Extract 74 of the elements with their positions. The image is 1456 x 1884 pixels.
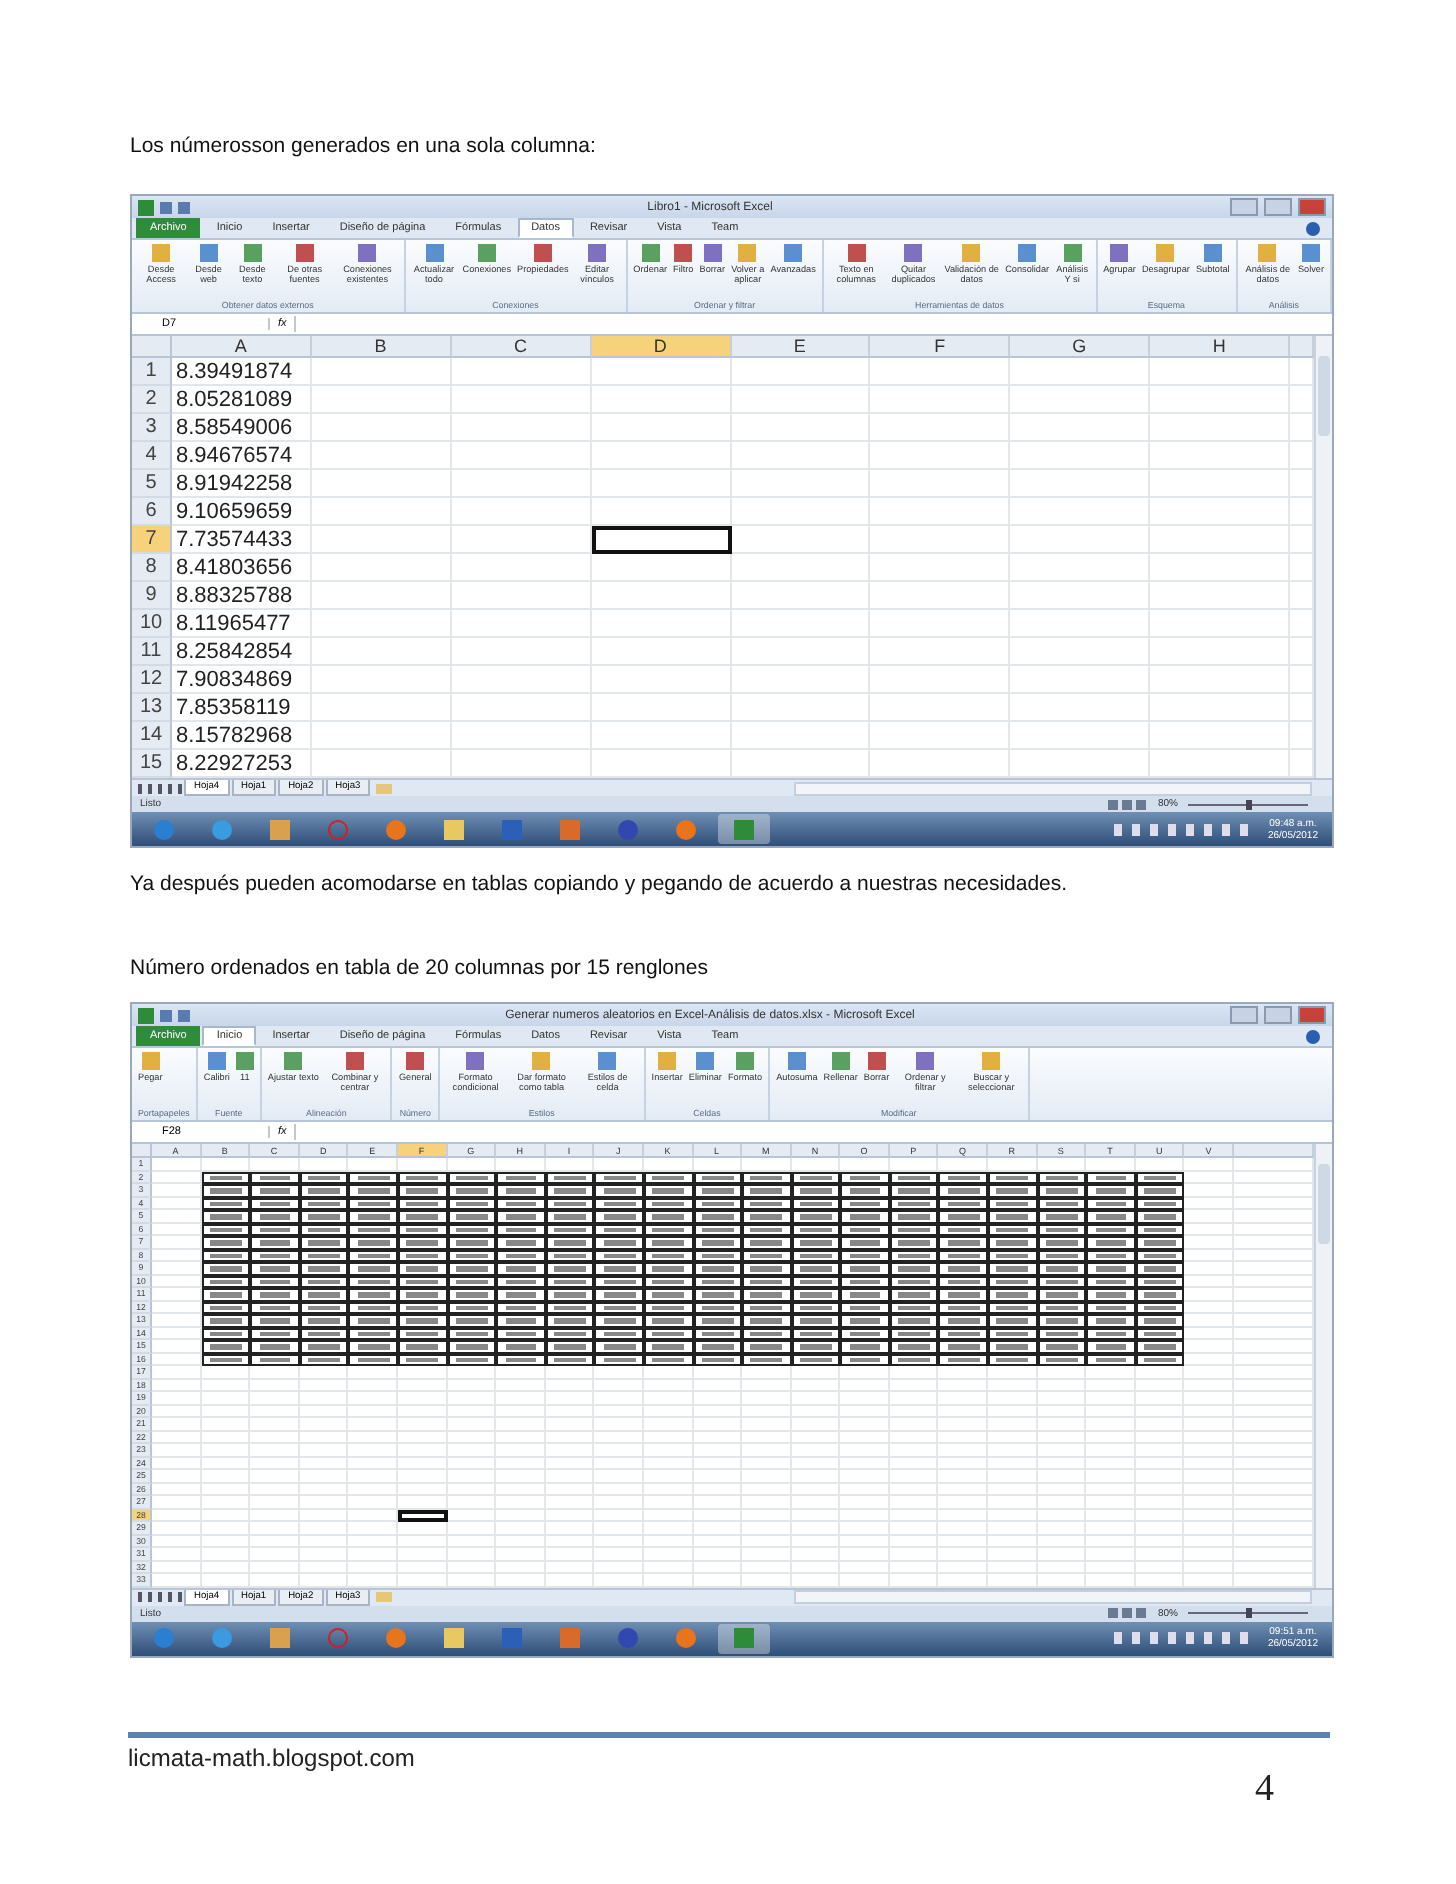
row-header[interactable]: 1 <box>132 358 172 386</box>
spreadsheet-app-icon <box>138 199 154 215</box>
header-strip <box>1234 1144 1314 1158</box>
save-icon[interactable] <box>160 201 172 213</box>
help-icon[interactable] <box>1306 1029 1320 1043</box>
column-header[interactable]: C <box>451 336 592 358</box>
paragraph: Ya después pueden acomodarse en tablas copiando y pegando de acuerdo a nuestras necesidades. <box>130 870 1070 898</box>
horizontal-scrollbar[interactable] <box>794 1590 1312 1604</box>
table-cell: 7.90834869 <box>172 666 312 694</box>
active-cell[interactable] <box>591 526 731 554</box>
table-cell: 7.85358119 <box>172 694 312 722</box>
footer-site-url: licmata-math.blogspot.com <box>128 1744 415 1772</box>
row-header[interactable]: 3 <box>132 414 172 442</box>
sheet-navigation-icon[interactable] <box>138 783 182 793</box>
system-tray-icons[interactable] <box>1113 823 1254 835</box>
spreadsheet-app-icon[interactable] <box>718 1623 770 1653</box>
table-cell: 8.58549006 <box>172 414 312 442</box>
paragraph: Número ordenados en tabla de 20 columnas por 15 renglones <box>130 954 710 982</box>
vertical-scrollbar[interactable] <box>1314 1144 1332 1587</box>
select-all-corner[interactable] <box>132 1144 152 1158</box>
new-sheet-icon[interactable] <box>376 783 393 793</box>
undo-icon[interactable] <box>178 1009 190 1021</box>
table-cell: 8.11965477 <box>172 610 312 638</box>
table-cell: 8.15782968 <box>172 722 312 750</box>
table-cell: 8.88325788 <box>172 582 312 610</box>
table-cell: 9.10659659 <box>172 498 312 526</box>
sheet-navigation-icon[interactable] <box>138 1592 182 1602</box>
table-cell: 8.25842854 <box>172 638 312 666</box>
minimize-icon[interactable] <box>1230 1006 1258 1024</box>
view-buttons-icon[interactable] <box>1107 799 1148 809</box>
paragraph: Los númerosson generados en una sola columna: <box>130 132 598 160</box>
system-tray-icons[interactable] <box>1113 1632 1254 1644</box>
table-cell: 8.39491874 <box>172 358 312 386</box>
table-cell: 8.91942258 <box>172 470 312 498</box>
maximize-icon[interactable] <box>1264 198 1292 216</box>
column-header[interactable]: A <box>172 336 312 358</box>
column-header[interactable]: B <box>311 336 452 358</box>
spreadsheet-app-icon <box>138 1007 154 1023</box>
row-header[interactable]: 7 <box>132 526 172 554</box>
column-header[interactable]: H <box>1150 336 1290 358</box>
column-header[interactable]: D <box>591 336 731 358</box>
minimize-icon[interactable] <box>1230 198 1258 216</box>
undo-icon[interactable] <box>178 201 190 213</box>
horizontal-scrollbar[interactable] <box>794 781 1312 795</box>
row-header[interactable]: 15 <box>132 750 172 778</box>
active-cell[interactable] <box>397 1509 448 1522</box>
row-header[interactable]: 13 <box>132 694 172 722</box>
help-icon[interactable] <box>1306 221 1320 235</box>
table-cell: 8.41803656 <box>172 554 312 582</box>
row-header[interactable]: 6 <box>132 498 172 526</box>
row-header[interactable]: 4 <box>132 442 172 470</box>
row-header[interactable]: 5 <box>132 470 172 498</box>
vertical-scrollbar[interactable] <box>1314 336 1332 778</box>
row-header[interactable]: 14 <box>132 722 172 750</box>
maximize-icon[interactable] <box>1264 1006 1292 1024</box>
select-all-corner[interactable] <box>132 336 172 358</box>
row-header[interactable]: 12 <box>132 666 172 694</box>
spreadsheet-app-icon[interactable] <box>718 814 770 844</box>
table-cell: 8.05281089 <box>172 386 312 414</box>
column-header[interactable]: G <box>1010 336 1151 358</box>
row-header[interactable]: 2 <box>132 386 172 414</box>
view-buttons-icon[interactable] <box>1107 1608 1148 1618</box>
row-header[interactable]: 10 <box>132 610 172 638</box>
row-header[interactable]: 11 <box>132 638 172 666</box>
header-strip <box>1290 336 1314 358</box>
table-cell: 7.73574433 <box>172 526 312 554</box>
row-header[interactable]: 9 <box>132 582 172 610</box>
column-header[interactable]: E <box>731 336 871 358</box>
save-icon[interactable] <box>160 1009 172 1021</box>
page-number: 4 <box>1255 1768 1274 1812</box>
row-header[interactable]: 8 <box>132 554 172 582</box>
table-cell: 8.94676574 <box>172 442 312 470</box>
new-sheet-icon[interactable] <box>376 1592 393 1602</box>
column-header[interactable]: F <box>870 336 1011 358</box>
